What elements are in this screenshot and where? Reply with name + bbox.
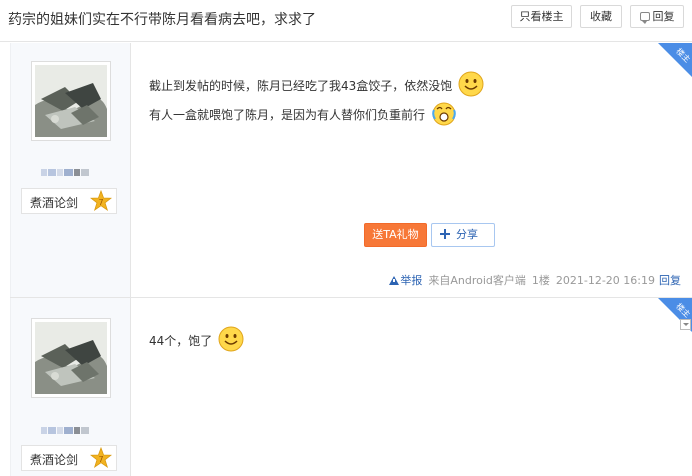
crying-emoji-icon [432, 102, 456, 126]
level-star-icon: 7 [90, 190, 112, 211]
author-panel: 煮酒论剑 7 [10, 43, 130, 297]
post-text: 有人一盒就喂饱了陈月，是因为有人替你们负重前行 [149, 108, 426, 122]
report-label: 举报 [400, 274, 423, 287]
post-text-line: 44个，饱了 [149, 326, 244, 352]
user-level-badge[interactable]: 煮酒论剑 7 [21, 188, 117, 214]
post-text: 44个，饱了 [149, 334, 213, 348]
thread-title: 药宗的姐妹们实在不行带陈月看看病去吧，求求了 [8, 12, 316, 28]
post-floor-2: 煮酒论剑 7 楼主 44个，饱了 [10, 298, 692, 476]
username-blurred[interactable] [41, 161, 101, 176]
collapse-menu-icon[interactable] [680, 319, 691, 330]
reply-icon [639, 12, 650, 24]
floor-number: 1楼 [531, 274, 550, 287]
avatar[interactable] [31, 318, 111, 398]
warning-icon [389, 276, 400, 285]
reply-button-label: 回复 [652, 10, 675, 23]
level-number: 7 [98, 198, 103, 207]
thread-header: 药宗的姐妹们实在不行带陈月看看病去吧，求求了 只看楼主 收藏 回复 [0, 0, 692, 42]
op-badge: 楼主 [658, 43, 692, 77]
reply-button[interactable]: 回复 [630, 5, 684, 28]
share-label: 分享 [456, 228, 478, 241]
level-title: 煮酒论剑 [30, 196, 79, 210]
post-content: 楼主 截止到发帖的时候，陈月已经吃了我43盒饺子，依然没饱 有人一盒就喂饱了陈月… [130, 43, 692, 297]
smile-emoji-icon [218, 326, 244, 352]
post-text: 截止到发帖的时候，陈月已经吃了我43盒饺子，依然没饱 [149, 79, 453, 93]
avatar[interactable] [31, 61, 111, 141]
favorite-button[interactable]: 收藏 [580, 5, 622, 28]
post-floor-1: 煮酒论剑 7 楼主 截止到发帖的时候，陈月已经吃了我43盒饺子，依然没饱 有人一… [10, 43, 692, 297]
post-tail: 举报 来自Android客户端 1楼 2021-12-20 16:19 回复 [389, 272, 681, 288]
level-number: 7 [98, 455, 103, 464]
username-blurred[interactable] [41, 419, 101, 434]
share-plus-icon [440, 229, 450, 239]
share-button[interactable]: 分享 [431, 223, 495, 247]
post-text-line: 有人一盒就喂饱了陈月，是因为有人替你们负重前行 [149, 100, 457, 126]
user-level-badge[interactable]: 煮酒论剑 7 [21, 445, 117, 471]
report-link[interactable]: 举报 [389, 274, 422, 287]
send-gift-button[interactable]: 送TA礼物 [364, 223, 427, 247]
only-op-button[interactable]: 只看楼主 [511, 5, 572, 28]
client-source: 来自Android客户端 [428, 274, 526, 287]
post-timestamp: 2021-12-20 16:19 [555, 274, 655, 287]
post-text-line: 截止到发帖的时候，陈月已经吃了我43盒饺子，依然没饱 [149, 71, 484, 97]
smile-emoji-icon [458, 71, 484, 97]
avatar-image [35, 322, 107, 394]
author-panel: 煮酒论剑 7 [10, 298, 130, 476]
post-reply-link[interactable]: 回复 [659, 274, 681, 287]
avatar-image [35, 65, 107, 137]
level-title: 煮酒论剑 [30, 453, 79, 467]
post-content: 楼主 44个，饱了 [130, 298, 692, 476]
level-star-icon: 7 [90, 447, 112, 468]
